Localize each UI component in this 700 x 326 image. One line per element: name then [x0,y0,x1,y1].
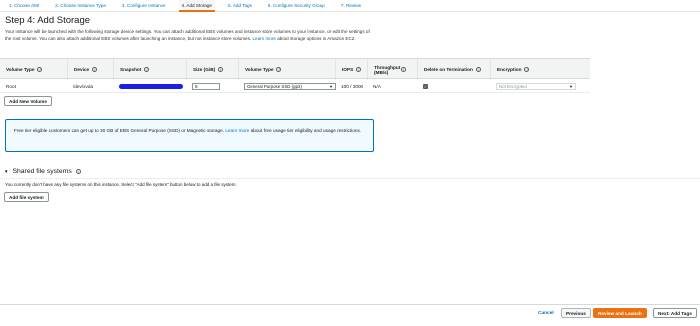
cell-device: /dev/xvda [73,83,94,89]
intro-tail: about storage options in Amazon EC2. [277,36,356,41]
col-ebs-volume-type: Volume Type i [238,59,335,80]
intro-text: Your instance will be launched with the … [5,28,375,42]
info-icon[interactable]: i [356,67,362,72]
add-file-system-button[interactable]: Add file system [4,192,49,202]
caret-down-icon[interactable]: ▼ [4,169,8,174]
review-and-launch-button[interactable]: Review and Launch [593,308,647,318]
cell-size: 8 [186,79,220,93]
info-icon[interactable]: i [92,67,98,72]
col-throughput: Throughput (MB/s) i [367,59,417,80]
section-divider [0,178,700,179]
step-configure-instance[interactable]: 3. Configure Instance [119,0,169,12]
table-row: Root /dev/xvda 8 General Purpose SSD (gp… [0,79,590,93]
cell-volume-type: Root [6,83,16,89]
storage-table: Volume Type i Device i Snapshot i Size (GiB… [0,58,590,93]
chevron-down-icon: ▼ [569,83,573,89]
cell-ebs-volume-type: General Purpose SSD (gp2) ▼ [238,79,336,93]
volume-type-select[interactable]: General Purpose SSD (gp2) ▼ [244,82,336,90]
add-new-volume-button[interactable]: Add New Volume [4,96,52,106]
info-icon[interactable]: i [75,169,81,174]
footer-divider [0,304,700,305]
page-title: Step 4: Add Storage [5,15,91,26]
intro-learn-more-link[interactable]: Learn more [252,36,276,41]
info-box-learn-more-link[interactable]: Learn more [225,128,249,133]
info-icon[interactable]: i [401,67,406,72]
col-iops: IOPS i [335,59,367,80]
info-box-tail: about free usage tier eligibility and us… [250,128,362,133]
step-add-storage[interactable]: 4. Add Storage [178,0,215,12]
step-configure-security-group[interactable]: 6. Configure Security Group [265,0,328,12]
col-encryption: Encryption i [490,59,590,80]
previous-button[interactable]: Previous [561,308,591,318]
cell-iops: 100 / 3000 [341,83,364,89]
table-header: Volume Type i Device i Snapshot i Size (GiB… [0,58,590,80]
info-icon[interactable]: i [524,67,530,72]
shared-file-systems-title: Shared file systems [12,168,72,175]
shared-file-systems-note: You currently don't have any file system… [5,182,237,187]
delete-on-termination-checkbox[interactable]: ✓ [423,83,428,89]
info-icon[interactable]: i [218,67,224,72]
cell-delete-on-termination: ✓ [417,79,428,93]
step-add-tags[interactable]: 5. Add Tags [225,0,255,12]
col-delete-on-termination: Delete on Termination i [417,59,490,80]
size-input[interactable]: 8 [192,82,220,90]
info-icon[interactable]: i [276,67,282,72]
chevron-down-icon: ▼ [329,83,333,89]
cancel-button[interactable]: Cancel [538,311,554,316]
check-icon: ✓ [423,83,428,89]
info-icon[interactable]: i [475,67,481,72]
snapshot-redaction [119,83,183,89]
cell-snapshot [113,79,183,93]
col-volume-type: Volume Type i [0,59,67,80]
free-tier-info-box: Free tier eligible customers can get up … [5,119,374,152]
cell-encryption: Not Encrypted ▼ [490,79,576,93]
col-size: Size (GiB) i [186,59,238,80]
step-choose-ami[interactable]: 1. Choose AMI [6,0,42,12]
wizard-nav: 1. Choose AMI 2. Choose Instance Type 3.… [0,0,700,12]
cell-throughput: N/A [373,83,381,89]
info-icon[interactable]: i [144,67,150,72]
info-icon[interactable]: i [37,67,43,72]
col-snapshot: Snapshot i [113,59,186,80]
step-choose-instance-type[interactable]: 2. Choose Instance Type [52,0,109,12]
col-device: Device i [67,59,113,80]
next-add-tags-button[interactable]: Next: Add Tags [653,308,697,318]
shared-file-systems-header[interactable]: ▼ Shared file systems i [4,168,81,175]
encryption-select[interactable]: Not Encrypted ▼ [496,82,576,90]
info-box-text: Free tier eligible customers can get up … [14,128,224,133]
step-review[interactable]: 7. Review [338,0,364,12]
